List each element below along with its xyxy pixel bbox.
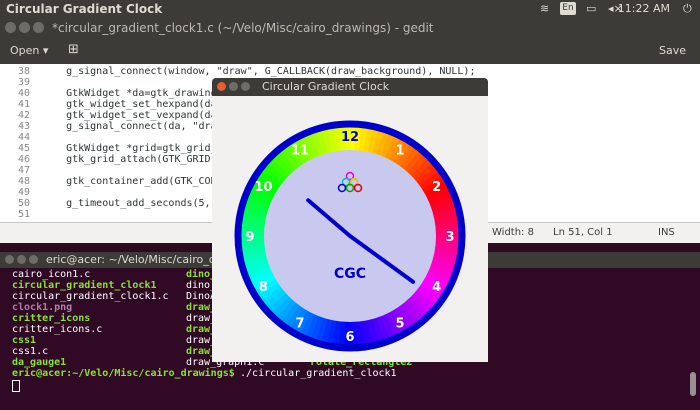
- clock-numeral: 2: [432, 180, 441, 195]
- clock-window-title: Circular Gradient Clock: [262, 80, 390, 93]
- keyboard-layout-indicator[interactable]: En: [560, 2, 576, 15]
- close-icon[interactable]: [5, 255, 14, 264]
- wifi-icon[interactable]: ≋: [540, 2, 549, 15]
- clock-numeral: 3: [445, 230, 454, 245]
- close-icon[interactable]: [217, 82, 226, 91]
- line-number: 42: [17, 110, 30, 121]
- code-line: g_signal_connect(window, "draw", G_CALLB…: [42, 66, 476, 77]
- line-number: 45: [17, 143, 30, 154]
- maximize-icon[interactable]: [29, 255, 38, 264]
- line-number: 46: [17, 154, 30, 165]
- line-number: 51: [17, 209, 30, 220]
- line-number: 40: [17, 88, 30, 99]
- terminal-scrollbar[interactable]: [690, 372, 696, 396]
- open-button[interactable]: Open ▾: [10, 44, 48, 57]
- terminal-file-entry: critter_icons.c: [12, 324, 103, 335]
- clock-face: 121234567891011 CGC: [234, 120, 466, 352]
- line-number: 41: [17, 99, 30, 110]
- open-label: Open: [10, 44, 40, 57]
- terminal-file-entry: clock1.png: [12, 302, 73, 313]
- save-button[interactable]: Save: [659, 44, 686, 57]
- terminal-file-entry: da_gauge1: [12, 357, 67, 368]
- line-number: 49: [17, 187, 30, 198]
- clock-titlebar: Circular Gradient Clock: [212, 78, 488, 96]
- maximize-icon[interactable]: [241, 82, 250, 91]
- terminal-file-entry: css1.c: [12, 346, 49, 357]
- clock-numeral: 8: [259, 280, 268, 295]
- gedit-titlebar: *circular_gradient_clock1.c (~/Velo/Misc…: [0, 18, 700, 38]
- clock-numeral: 11: [291, 143, 309, 158]
- new-document-icon[interactable]: ⊞: [68, 42, 79, 57]
- line-number: 50: [17, 198, 30, 209]
- terminal-file-entry: circular_gradient_clock1: [12, 280, 157, 291]
- gedit-window-title: *circular_gradient_clock1.c (~/Velo/Misc…: [52, 21, 434, 35]
- cursor-position[interactable]: Ln 51, Col 1: [553, 227, 613, 238]
- active-app-title: Circular Gradient Clock: [6, 2, 163, 16]
- maximize-icon[interactable]: [33, 22, 44, 33]
- terminal-file-entry: critter_icons: [12, 313, 91, 324]
- terminal-prompt: eric@acer:~/Velo/Misc/cairo_drawings$: [12, 368, 235, 379]
- terminal-file-entry: cairo_icon1.c: [12, 269, 91, 280]
- line-number: 38: [17, 66, 30, 77]
- terminal-file-entry: circular_gradient_clock1.c: [12, 291, 169, 302]
- minimize-icon[interactable]: [229, 82, 238, 91]
- clock-numeral: 5: [395, 317, 404, 332]
- battery-icon[interactable]: ▭: [586, 2, 596, 15]
- clock-numeral: 9: [245, 230, 254, 245]
- gedit-toolbar: Open ▾ ⊞ Save: [0, 38, 700, 65]
- clock-numeral: 1: [395, 143, 404, 158]
- clock-numeral: 7: [295, 317, 304, 332]
- power-icon[interactable]: ⏻: [683, 2, 692, 16]
- clock-numeral: 6: [345, 330, 354, 345]
- terminal-file-entry: css1: [12, 335, 37, 346]
- line-number: 43: [17, 121, 30, 132]
- top-panel: Circular Gradient Clock ≋ En ▭ ◂× 11:22 …: [0, 0, 700, 18]
- terminal-command: ./circular_gradient_clock1: [234, 368, 397, 379]
- close-icon[interactable]: [5, 22, 16, 33]
- code-line: GtkWidget *da=gtk_drawing_ar: [42, 88, 235, 99]
- line-number: 44: [17, 132, 30, 143]
- clock-numeral: 10: [254, 180, 272, 195]
- chevron-down-icon: ▾: [42, 44, 49, 57]
- line-number: 39: [17, 77, 30, 88]
- line-number: 48: [17, 176, 30, 187]
- minimize-icon[interactable]: [19, 22, 30, 33]
- clock-numeral: 4: [432, 280, 441, 295]
- clock-label: CGC: [334, 266, 366, 282]
- tab-width-selector[interactable]: Width: 8: [492, 227, 534, 238]
- minimize-icon[interactable]: [17, 255, 26, 264]
- terminal-cursor: [12, 380, 20, 392]
- clock-numeral: 12: [341, 130, 359, 145]
- line-number: 47: [17, 165, 30, 176]
- insert-mode: INS: [658, 227, 675, 238]
- clock-time[interactable]: 11:22 AM: [618, 2, 670, 15]
